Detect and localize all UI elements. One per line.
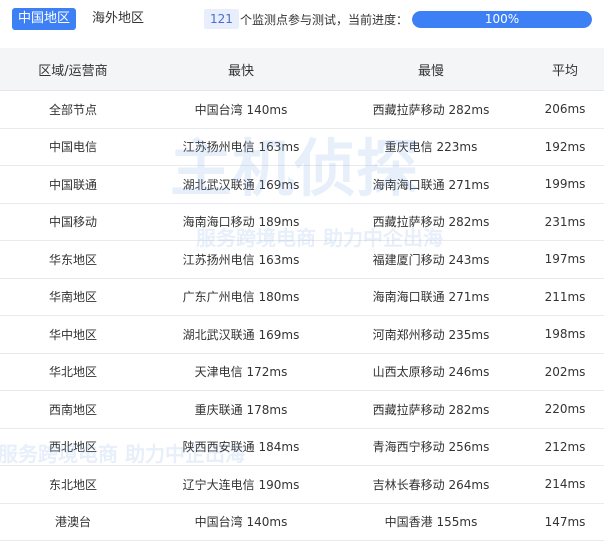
cell-fastest: 湖北武汉联通 169ms <box>146 315 336 354</box>
cell-slowest: 山西太原移动 246ms <box>336 353 526 391</box>
table-header-row: 区域/运营商 最快 最慢 平均 <box>0 48 604 91</box>
cell-slowest: 西藏拉萨移动 282ms <box>336 203 526 241</box>
progress-percent-label: 100% <box>484 12 520 26</box>
progress-caption: 个监测点参与测试，当前进度： <box>240 13 409 27</box>
cell-average: 197ms <box>526 240 604 279</box>
table-row: 华南地区 广东广州电信 180ms 海南海口联通 271ms 211ms <box>0 278 604 316</box>
table-row: 西南地区 重庆联通 178ms 西藏拉萨移动 282ms 220ms <box>0 390 604 429</box>
cell-average: 231ms <box>526 203 604 241</box>
cell-slowest: 吉林长春移动 264ms <box>336 465 526 504</box>
table-row: 华北地区 天津电信 172ms 山西太原移动 246ms 202ms <box>0 353 604 391</box>
cell-slowest: 中国香港 155ms <box>336 503 526 541</box>
cell-region: 中国联通 <box>0 165 146 204</box>
cell-fastest: 海南海口移动 189ms <box>146 203 336 241</box>
cell-region: 华中地区 <box>0 315 146 354</box>
progress-bar: 100% <box>412 11 592 28</box>
table-row: 西北地区 陕西西安联通 184ms 青海西宁移动 256ms 212ms <box>0 428 604 466</box>
cell-region: 华北地区 <box>0 353 146 391</box>
monitor-toolbar: 中国地区 海外地区 121 个监测点参与测试，当前进度： 100% <box>0 0 604 40</box>
header-average: 平均 <box>526 48 604 91</box>
table-row: 华中地区 湖北武汉联通 169ms 河南郑州移动 235ms 198ms <box>0 315 604 354</box>
monitor-count-badge: 121 <box>204 9 239 29</box>
cell-fastest: 广东广州电信 180ms <box>146 278 336 316</box>
cell-fastest: 重庆联通 178ms <box>146 390 336 429</box>
cell-slowest: 青海西宁移动 256ms <box>336 428 526 466</box>
table-row: 华东地区 江苏扬州电信 163ms 福建厦门移动 243ms 197ms <box>0 240 604 279</box>
cell-fastest: 天津电信 172ms <box>146 353 336 391</box>
cell-region: 中国电信 <box>0 128 146 166</box>
cell-region: 华南地区 <box>0 278 146 316</box>
table-row: 全部节点 中国台湾 140ms 西藏拉萨移动 282ms 206ms <box>0 90 604 129</box>
cell-region: 华东地区 <box>0 240 146 279</box>
cell-slowest: 西藏拉萨移动 282ms <box>336 390 526 429</box>
cell-fastest: 湖北武汉联通 169ms <box>146 165 336 204</box>
cell-slowest: 西藏拉萨移动 282ms <box>336 90 526 129</box>
cell-average: 211ms <box>526 278 604 316</box>
cell-slowest: 福建厦门移动 243ms <box>336 240 526 279</box>
table-row: 中国联通 湖北武汉联通 169ms 海南海口联通 271ms 199ms <box>0 165 604 204</box>
latency-results-table: 区域/运营商 最快 最慢 平均 全部节点 中国台湾 140ms 西藏拉萨移动 282… <box>0 48 604 541</box>
cell-average: 192ms <box>526 128 604 166</box>
cell-fastest: 陕西西安联通 184ms <box>146 428 336 466</box>
table-row: 中国电信 江苏扬州电信 163ms 重庆电信 223ms 192ms <box>0 128 604 166</box>
cell-fastest: 中国台湾 140ms <box>146 90 336 129</box>
header-fastest: 最快 <box>146 48 336 91</box>
cell-slowest: 重庆电信 223ms <box>336 128 526 166</box>
cell-average: 220ms <box>526 390 604 429</box>
cell-region: 全部节点 <box>0 90 146 129</box>
cell-average: 206ms <box>526 90 604 129</box>
cell-slowest: 河南郑州移动 235ms <box>336 315 526 354</box>
cell-average: 212ms <box>526 428 604 466</box>
tab-overseas-region[interactable]: 海外地区 <box>86 8 150 30</box>
cell-average: 198ms <box>526 315 604 354</box>
table-row: 港澳台 中国台湾 140ms 中国香港 155ms 147ms <box>0 503 604 541</box>
cell-average: 147ms <box>526 503 604 541</box>
cell-region: 东北地区 <box>0 465 146 504</box>
cell-region: 西南地区 <box>0 390 146 429</box>
cell-fastest: 江苏扬州电信 163ms <box>146 128 336 166</box>
cell-average: 214ms <box>526 465 604 504</box>
header-region-isp: 区域/运营商 <box>0 48 146 91</box>
cell-average: 199ms <box>526 165 604 204</box>
header-slowest: 最慢 <box>336 48 526 91</box>
table-row: 东北地区 辽宁大连电信 190ms 吉林长春移动 264ms 214ms <box>0 465 604 504</box>
cell-region: 西北地区 <box>0 428 146 466</box>
cell-fastest: 辽宁大连电信 190ms <box>146 465 336 504</box>
cell-fastest: 中国台湾 140ms <box>146 503 336 541</box>
cell-slowest: 海南海口联通 271ms <box>336 278 526 316</box>
cell-fastest: 江苏扬州电信 163ms <box>146 240 336 279</box>
cell-average: 202ms <box>526 353 604 391</box>
cell-region: 港澳台 <box>0 503 146 541</box>
table-row: 中国移动 海南海口移动 189ms 西藏拉萨移动 282ms 231ms <box>0 203 604 241</box>
cell-slowest: 海南海口联通 271ms <box>336 165 526 204</box>
tab-china-region[interactable]: 中国地区 <box>12 8 77 30</box>
cell-region: 中国移动 <box>0 203 146 241</box>
